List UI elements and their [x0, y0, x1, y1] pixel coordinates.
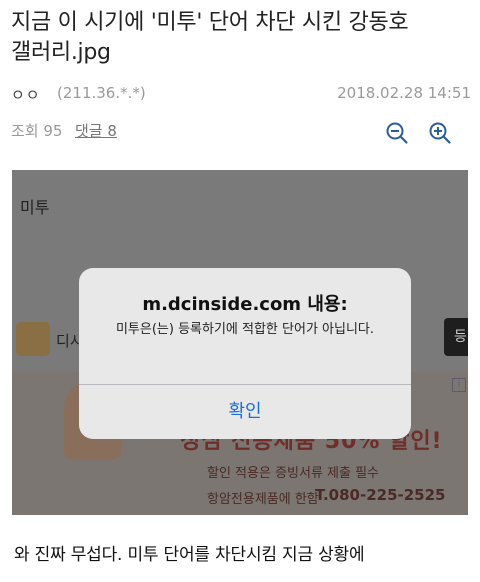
ad-info-icon: i — [452, 378, 466, 392]
post-body-text: 와 진짜 무섭다. 미투 단어를 차단시킴 지금 상황에 — [14, 545, 365, 565]
ad-line2: 항암전용제품에 한함 — [207, 492, 319, 507]
author-ip: (211.36.*.*) — [57, 84, 146, 102]
zoom-in-icon — [429, 122, 451, 144]
post-title-line2: 갤러리.jpg — [11, 40, 111, 65]
post-title: 지금 이 시기에 '미투' 단어 차단 시킨 강동호 갤러리.jpg — [11, 8, 471, 68]
dialog-title: m.dcinside.com 내용: — [142, 294, 348, 315]
alert-dialog: m.dcinside.com 내용: 미투은(는) 등록하기에 적합한 단어가 … — [79, 268, 411, 439]
zoom-out-icon — [386, 122, 408, 144]
screenshot-word: 미투 — [20, 198, 50, 217]
comment-count-link[interactable]: 댓글 8 — [75, 120, 117, 141]
post-meta: ㅇㅇ (211.36.*.*) 2018.02.28 14:51 — [11, 84, 471, 106]
dialog-confirm-button[interactable]: 확인 — [79, 385, 411, 439]
ad-phone: T.080-225-2525 — [315, 486, 446, 504]
zoom-in-button[interactable] — [428, 121, 452, 145]
view-count: 조회 95 — [11, 122, 63, 140]
post-title-line1: 지금 이 시기에 '미투' 단어 차단 시킨 강동호 — [11, 10, 409, 35]
zoom-out-button[interactable] — [385, 121, 409, 145]
post-date: 2018.02.28 14:51 — [337, 84, 471, 102]
dog-avatar-icon — [16, 322, 50, 356]
dialog-message: 미투은(는) 등록하기에 적합한 단어가 아닙니다. — [115, 322, 375, 337]
author-name[interactable]: ㅇㅇ — [11, 84, 41, 105]
ad-line1: 할인 적용은 증빙서류 제출 필수 — [207, 466, 380, 481]
screenshot-register-button: 등 — [444, 318, 468, 356]
